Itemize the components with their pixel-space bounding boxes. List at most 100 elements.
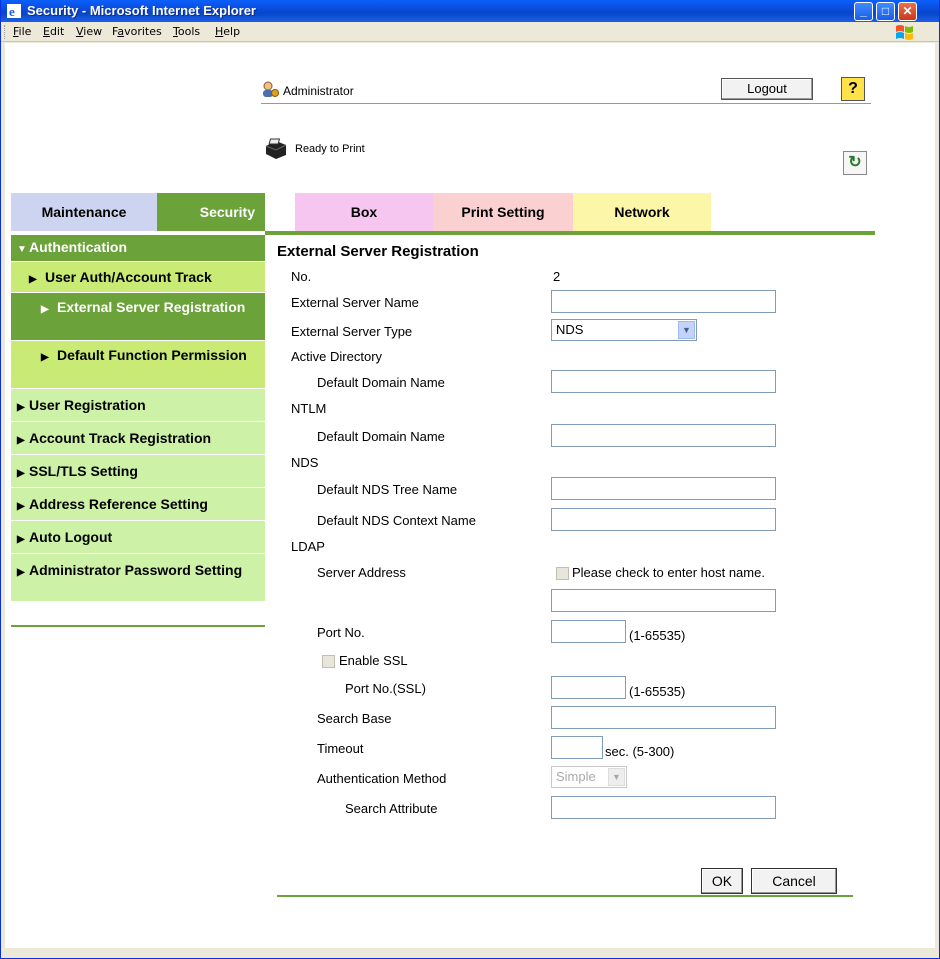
sidebar-divider (11, 625, 265, 627)
close-button[interactable]: ✕ (898, 2, 917, 21)
ie-icon: e (7, 4, 21, 19)
logout-button[interactable]: Logout (721, 78, 813, 100)
auth-method-select[interactable]: Simple ▼ (551, 766, 627, 788)
sidebar-item-user-registration[interactable]: ▶ User Registration (11, 388, 265, 421)
triangle-right-icon: ▶ (29, 274, 37, 285)
auth-method-label: Authentication Method (317, 771, 447, 786)
search-base-input[interactable] (551, 706, 776, 729)
ntlm-domain-input[interactable] (551, 424, 776, 447)
header-divider (261, 103, 871, 104)
sidebar-item-admin-password[interactable]: ▶ Administrator Password Setting (11, 553, 265, 601)
tab-maintenance[interactable]: Maintenance (11, 193, 157, 231)
nds-context-label: Default NDS Context Name (317, 513, 476, 528)
printer-status: Ready to Print (295, 143, 365, 155)
nds-heading: NDS (291, 455, 319, 470)
host-name-checkbox-label: Please check to enter host name. (572, 565, 765, 580)
port-ssl-range: (1-65535) (629, 684, 686, 699)
triangle-right-icon: ▶ (17, 402, 25, 413)
menu-edit[interactable]: Edit (43, 25, 64, 38)
ad-domain-label: Default Domain Name (317, 375, 445, 390)
sidebar: ▼ Authentication ▶ User Auth/Account Track… (11, 235, 265, 601)
triangle-right-icon: ▶ (17, 501, 25, 512)
timeout-range: sec. (5-300) (605, 744, 675, 759)
maximize-button[interactable]: □ (876, 2, 895, 21)
form-divider (277, 895, 853, 897)
ok-button[interactable]: OK (701, 868, 743, 894)
administrator-icon (263, 81, 279, 97)
windows-logo-icon (896, 25, 913, 40)
sidebar-item-auto-logout[interactable]: ▶ Auto Logout (11, 520, 265, 553)
sidebar-item-external-server[interactable]: ▶ External Server Registration (11, 292, 265, 340)
chevron-down-icon: ▼ (608, 768, 625, 786)
window-title: Security - Microsoft Internet Explorer (27, 3, 256, 18)
triangle-down-icon: ▼ (17, 244, 27, 255)
sidebar-item-user-auth[interactable]: ▶ User Auth/Account Track (11, 261, 265, 292)
enable-ssl-label: Enable SSL (339, 653, 408, 668)
server-type-select[interactable]: NDS ▼ (551, 319, 697, 341)
triangle-right-icon: ▶ (17, 567, 25, 578)
ntlm-domain-label: Default Domain Name (317, 429, 445, 444)
server-type-label: External Server Type (291, 324, 413, 339)
triangle-right-icon: ▶ (17, 468, 25, 479)
help-button[interactable]: ? (841, 77, 865, 101)
search-attribute-label: Search Attribute (345, 801, 438, 816)
sidebar-item-default-function[interactable]: ▶ Default Function Permission (11, 340, 265, 388)
port-ssl-label: Port No.(SSL) (345, 681, 426, 696)
server-name-input[interactable] (551, 290, 776, 313)
page-title: External Server Registration (277, 243, 479, 260)
menu-view[interactable]: View (76, 25, 102, 38)
ad-domain-input[interactable] (551, 370, 776, 393)
menu-favorites[interactable]: Favorites (112, 25, 162, 38)
no-label: No. (291, 269, 312, 284)
nds-context-input[interactable] (551, 508, 776, 531)
port-no-range: (1-65535) (629, 628, 686, 643)
refresh-icon: ↻ (848, 154, 862, 171)
title-bar: e Security - Microsoft Internet Explorer… (1, 0, 939, 22)
port-ssl-input[interactable] (551, 676, 626, 699)
ntlm-heading: NTLM (291, 401, 327, 416)
server-address-input[interactable] (551, 589, 776, 612)
active-directory-heading: Active Directory (291, 349, 383, 364)
refresh-button[interactable]: ↻ (843, 151, 867, 175)
tab-underline (265, 231, 875, 235)
sidebar-item-address-reference[interactable]: ▶ Address Reference Setting (11, 487, 265, 520)
port-no-label: Port No. (317, 625, 365, 640)
browser-window: e Security - Microsoft Internet Explorer… (0, 0, 940, 959)
search-attribute-input[interactable] (551, 796, 776, 819)
tab-network[interactable]: Network (573, 193, 711, 231)
enable-ssl-checkbox[interactable] (322, 655, 335, 668)
chevron-down-icon: ▼ (678, 321, 695, 339)
page-content: Administrator Logout ? Ready to Print ↻ … (5, 43, 935, 948)
toolbar-grip (4, 25, 7, 39)
host-name-checkbox[interactable] (556, 567, 569, 580)
menu-help[interactable]: Help (215, 25, 240, 38)
tab-box[interactable]: Box (295, 193, 433, 231)
menu-bar: File Edit View Favorites Tools Help (1, 22, 939, 42)
no-value: 2 (553, 269, 561, 284)
tab-print-setting[interactable]: Print Setting (433, 193, 573, 231)
sidebar-item-authentication[interactable]: ▼ Authentication (11, 235, 265, 261)
sidebar-item-ssl-tls[interactable]: ▶ SSL/TLS Setting (11, 454, 265, 487)
triangle-right-icon: ▶ (17, 534, 25, 545)
minimize-button[interactable]: _ (854, 2, 873, 21)
triangle-right-icon: ▶ (17, 435, 25, 446)
server-address-label: Server Address (317, 565, 406, 580)
server-name-label: External Server Name (291, 295, 419, 310)
timeout-input[interactable] (551, 736, 603, 759)
nds-tree-label: Default NDS Tree Name (317, 482, 458, 497)
cancel-button[interactable]: Cancel (751, 868, 837, 894)
tab-security[interactable]: Security (157, 193, 265, 231)
printer-icon (265, 138, 287, 159)
triangle-right-icon: ▶ (41, 304, 49, 315)
port-no-input[interactable] (551, 620, 626, 643)
sidebar-item-account-track[interactable]: ▶ Account Track Registration (11, 421, 265, 454)
timeout-label: Timeout (317, 741, 364, 756)
ldap-heading: LDAP (291, 539, 325, 554)
svg-text:e: e (9, 4, 15, 19)
user-role: Administrator (283, 84, 354, 98)
search-base-label: Search Base (317, 711, 392, 726)
status-bar (1, 948, 939, 958)
nds-tree-input[interactable] (551, 477, 776, 500)
menu-tools[interactable]: Tools (173, 25, 200, 38)
menu-file[interactable]: File (13, 25, 31, 38)
